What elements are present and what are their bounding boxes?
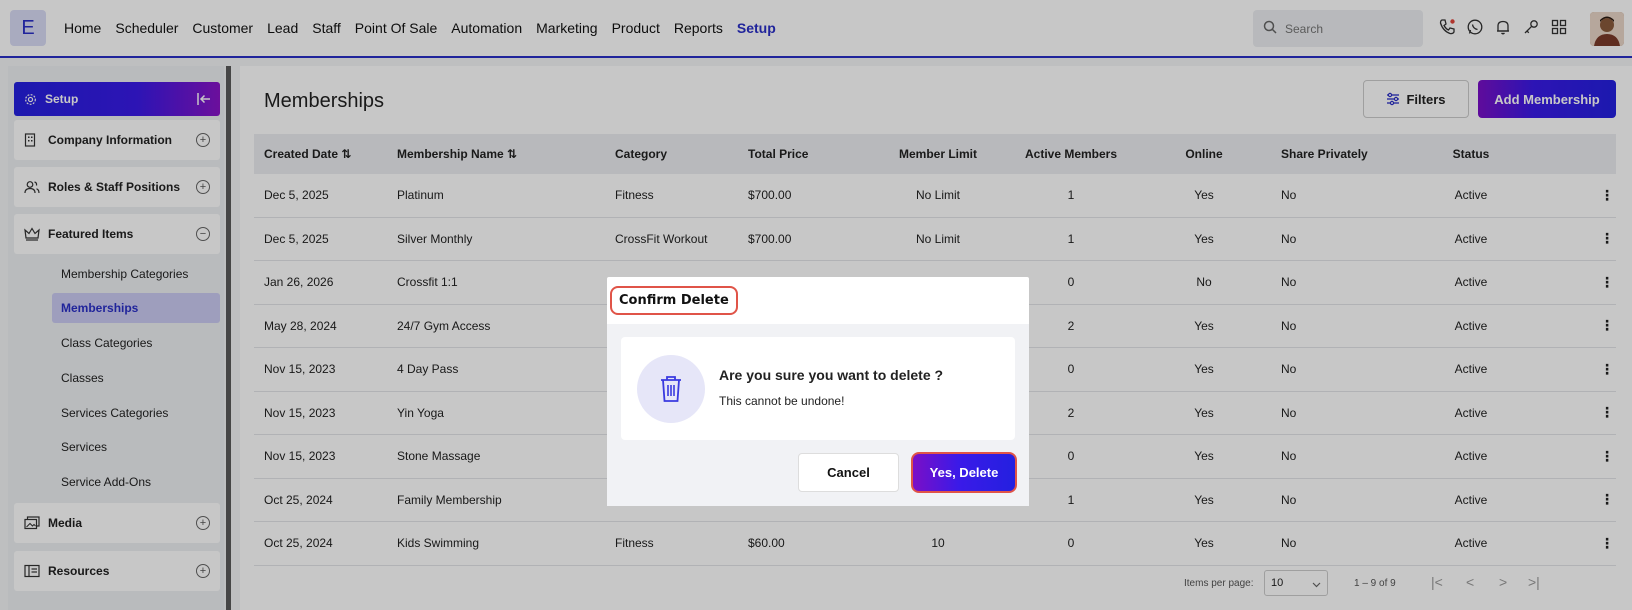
cancel-button[interactable]: Cancel (798, 453, 899, 492)
dialog-message: Are you sure you want to delete ? (719, 367, 944, 383)
confirm-delete-button[interactable]: Yes, Delete (911, 452, 1017, 493)
dialog-message-card: Are you sure you want to delete ? This c… (621, 337, 1015, 440)
dialog-submessage: This cannot be undone! (719, 394, 845, 408)
trash-icon (637, 355, 705, 423)
confirm-delete-dialog: Confirm Delete Are you sure you want to … (607, 277, 1029, 506)
dialog-title: Confirm Delete (610, 286, 738, 315)
